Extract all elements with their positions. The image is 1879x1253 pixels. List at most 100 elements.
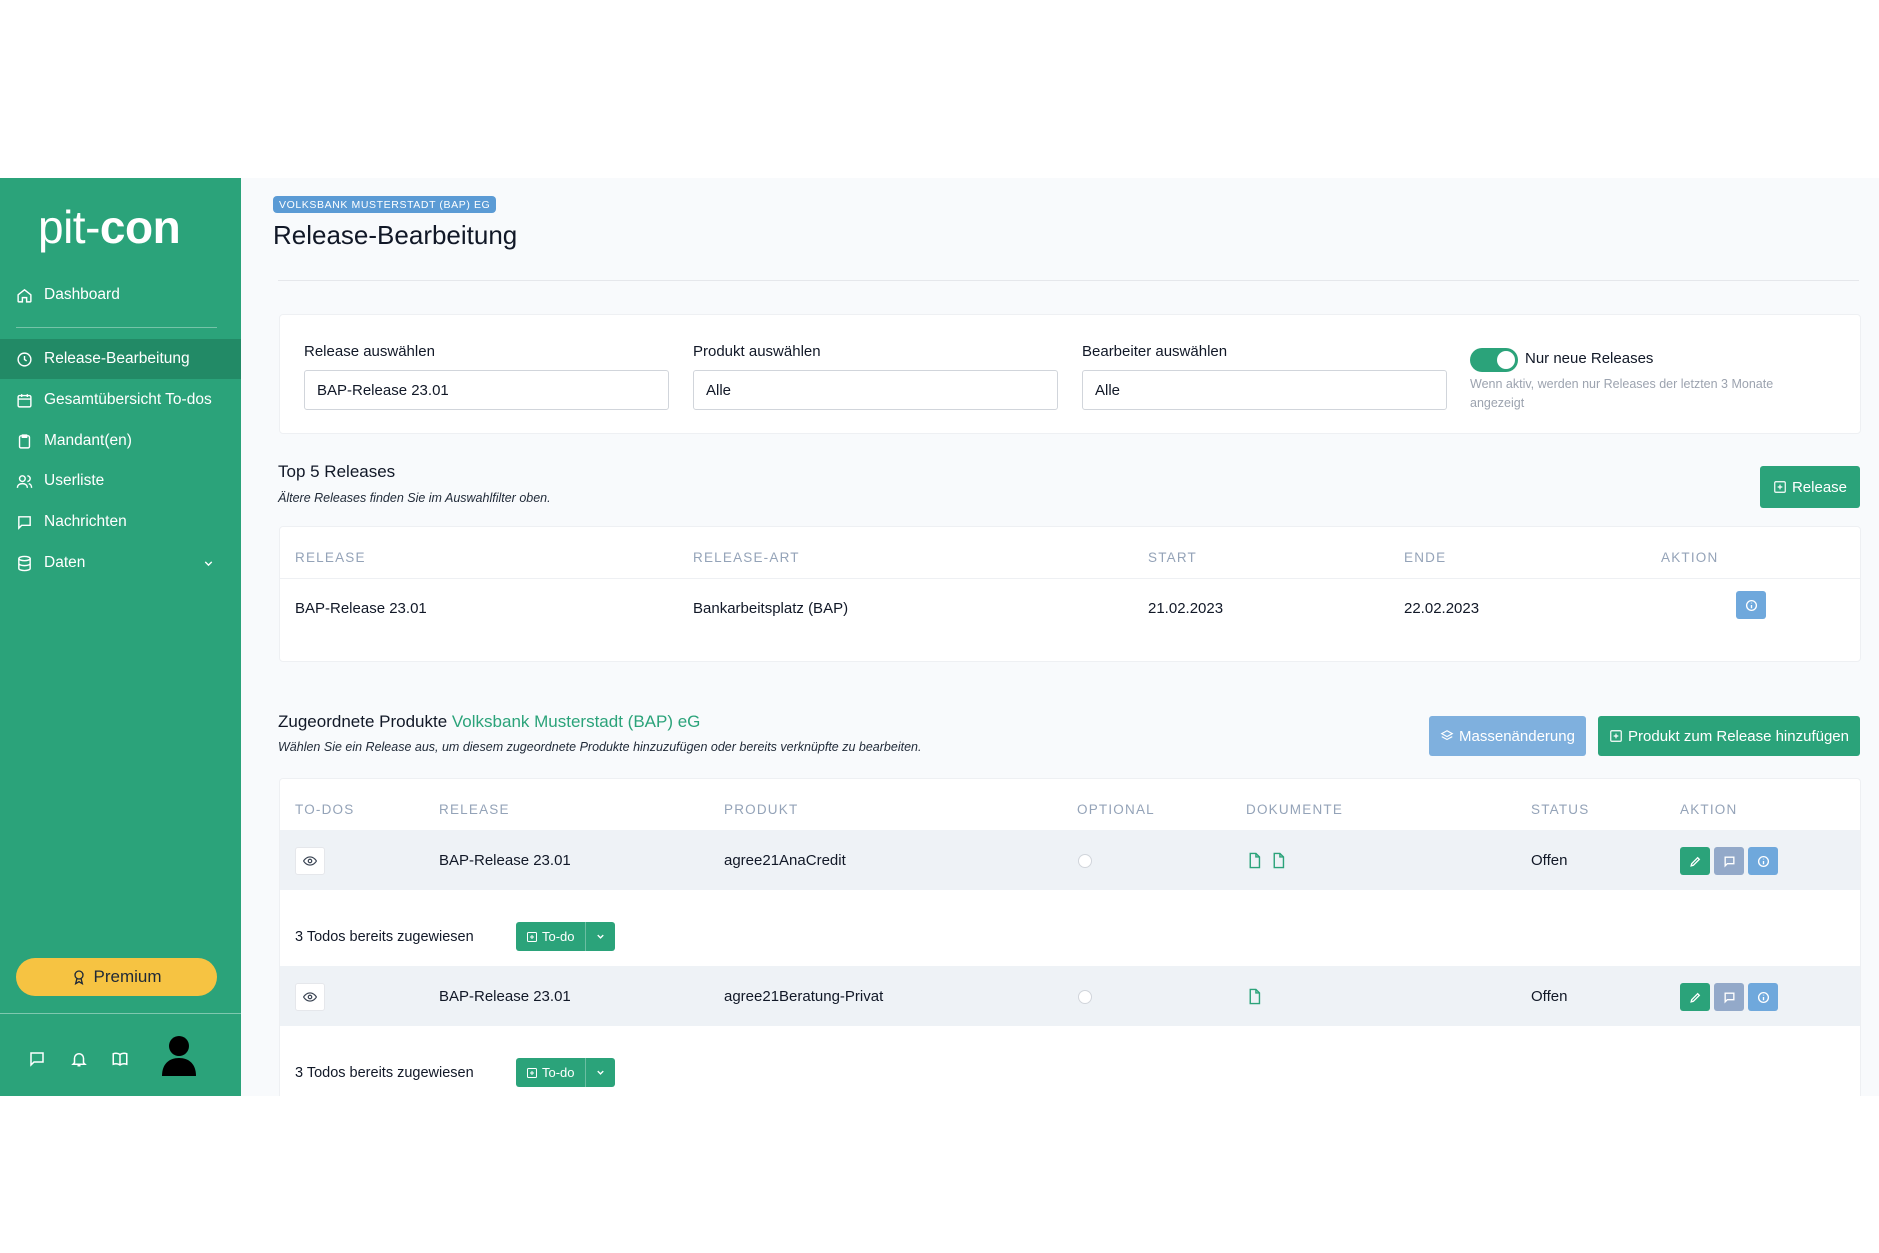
products-table: TO-DOS RELEASE PRODUKT OPTIONAL DOKUMENT… <box>279 778 1861 1096</box>
edit-button[interactable] <box>1680 983 1710 1011</box>
products-subtitle: Wählen Sie ein Release aus, um diesem zu… <box>278 740 922 754</box>
optional-radio[interactable] <box>1078 854 1092 868</box>
optional-radio[interactable] <box>1078 990 1092 1004</box>
sidebar-item-label: Dashboard <box>44 286 120 303</box>
product-select-label: Produkt auswählen <box>693 343 821 360</box>
plus-square-icon <box>1610 730 1622 742</box>
top-releases-subtitle: Ältere Releases finden Sie im Auswahlfil… <box>278 491 551 505</box>
column-header: RELEASE <box>295 550 366 565</box>
comment-button[interactable] <box>1714 847 1744 875</box>
todo-dropdown-toggle[interactable] <box>584 1058 615 1087</box>
pencil-icon <box>1689 992 1700 1003</box>
message-icon <box>18 515 31 530</box>
sidebar-item-mandanten[interactable]: Mandant(en) <box>0 421 241 461</box>
sidebar-item-gesamtuebersicht[interactable]: Gesamtübersicht To-dos <box>0 380 241 420</box>
logo: pit-con <box>38 201 181 253</box>
column-header: DOKUMENTE <box>1246 802 1344 817</box>
comment-button[interactable] <box>1714 983 1744 1011</box>
edit-button[interactable] <box>1680 847 1710 875</box>
sidebar-item-release-bearbeitung[interactable]: Release-Bearbeitung <box>0 339 241 379</box>
chevron-down-icon <box>596 1070 604 1075</box>
column-header: RELEASE <box>439 802 510 817</box>
clipboard-icon <box>18 433 31 449</box>
column-header: OPTIONAL <box>1077 802 1155 817</box>
book-icon[interactable] <box>111 1050 129 1068</box>
products-title-org: Volksbank Musterstadt (BAP) eG <box>451 712 701 731</box>
release-select[interactable]: BAP-Release 23.01 <box>304 370 669 410</box>
release-cell: BAP-Release 23.01 <box>295 600 427 617</box>
plus-square-icon <box>527 1067 537 1078</box>
todos-count-text: 3 Todos bereits zugewiesen <box>295 929 474 945</box>
status-cell: Offen <box>1531 988 1568 1005</box>
product-cell: agree21AnaCredit <box>724 852 846 869</box>
product-cell: agree21Beratung-Privat <box>724 988 884 1005</box>
release-select-label: Release auswählen <box>304 343 435 360</box>
toggle-todos-button[interactable] <box>295 983 325 1011</box>
database-icon <box>18 555 31 571</box>
pencil-icon <box>1689 856 1700 867</box>
top-releases-title: Top 5 Releases <box>278 462 396 481</box>
info-icon <box>1757 855 1769 867</box>
sidebar-divider <box>0 1013 241 1014</box>
clock-icon <box>17 351 32 367</box>
todo-button-label: To-do <box>542 929 575 944</box>
document-icon[interactable] <box>1270 851 1287 870</box>
info-button[interactable] <box>1748 847 1778 875</box>
products-title: Zugeordnete Produkte Volksbank Mustersta… <box>278 712 700 732</box>
mass-change-label: Massenänderung <box>1459 727 1575 745</box>
mass-change-button[interactable]: Massenänderung <box>1429 716 1586 756</box>
sidebar-item-label: Daten <box>44 554 86 571</box>
chevron-down-icon <box>204 560 213 566</box>
todo-button-label: To-do <box>542 1065 575 1080</box>
add-todo-button[interactable]: To-do <box>516 1058 585 1087</box>
bell-icon[interactable] <box>70 1050 88 1068</box>
release-art-cell: Bankarbeitsplatz (BAP) <box>693 600 849 617</box>
document-icon[interactable] <box>1246 987 1263 1006</box>
editor-select[interactable]: Alle <box>1082 370 1447 410</box>
product-select[interactable]: Alle <box>693 370 1058 410</box>
status-cell: Offen <box>1531 852 1568 869</box>
chat-icon[interactable] <box>28 1050 46 1068</box>
info-icon <box>1745 599 1757 611</box>
comment-icon <box>1723 991 1735 1003</box>
home-icon <box>17 288 32 303</box>
premium-button[interactable]: Premium <box>16 958 217 996</box>
comment-icon <box>1723 855 1735 867</box>
sidebar-item-label: Release-Bearbeitung <box>44 350 190 367</box>
sidebar-divider <box>16 327 217 328</box>
page-title: Release-Bearbeitung <box>273 220 518 250</box>
sidebar-item-userliste[interactable]: Userliste <box>0 461 241 501</box>
sidebar-item-label: Mandant(en) <box>44 432 132 449</box>
new-releases-toggle[interactable] <box>1470 348 1518 372</box>
todo-split-button: To-do <box>516 1058 615 1087</box>
toggle-label: Nur neue Releases <box>1525 350 1654 367</box>
main-content: VOLKSBANK MUSTERSTADT (BAP) EG Release-B… <box>241 178 1879 1096</box>
eye-icon <box>303 856 317 866</box>
sidebar-item-label: Userliste <box>44 472 105 489</box>
column-header: AKTION <box>1680 802 1738 817</box>
toggle-todos-button[interactable] <box>295 847 325 875</box>
todo-dropdown-toggle[interactable] <box>584 922 615 951</box>
editor-select-label: Bearbeiter auswählen <box>1082 343 1228 360</box>
plus-square-icon <box>1774 481 1786 493</box>
info-button[interactable] <box>1748 983 1778 1011</box>
add-release-button[interactable]: Release <box>1760 466 1860 508</box>
sidebar-item-daten[interactable]: Daten <box>0 543 241 583</box>
release-cell: BAP-Release 23.01 <box>439 852 571 869</box>
column-header: ENDE <box>1404 550 1447 565</box>
premium-label: Premium <box>93 967 162 986</box>
divider <box>278 280 1859 281</box>
column-header: AKTION <box>1661 550 1719 565</box>
add-todo-button[interactable]: To-do <box>516 922 585 951</box>
document-icon[interactable] <box>1246 851 1263 870</box>
column-header: TO-DOS <box>295 802 355 817</box>
sidebar: pit-con Dashboard Release-Bearbeitung Ge… <box>0 178 241 1096</box>
avatar[interactable] <box>160 1034 198 1076</box>
sidebar-item-dashboard[interactable]: Dashboard <box>0 275 241 315</box>
info-button[interactable] <box>1736 591 1766 619</box>
sidebar-item-nachrichten[interactable]: Nachrichten <box>0 502 241 542</box>
add-product-button[interactable]: Produkt zum Release hinzufügen <box>1598 716 1860 756</box>
column-header: STATUS <box>1531 802 1590 817</box>
sidebar-item-label: Nachrichten <box>44 513 127 530</box>
column-header: PRODUKT <box>724 802 799 817</box>
